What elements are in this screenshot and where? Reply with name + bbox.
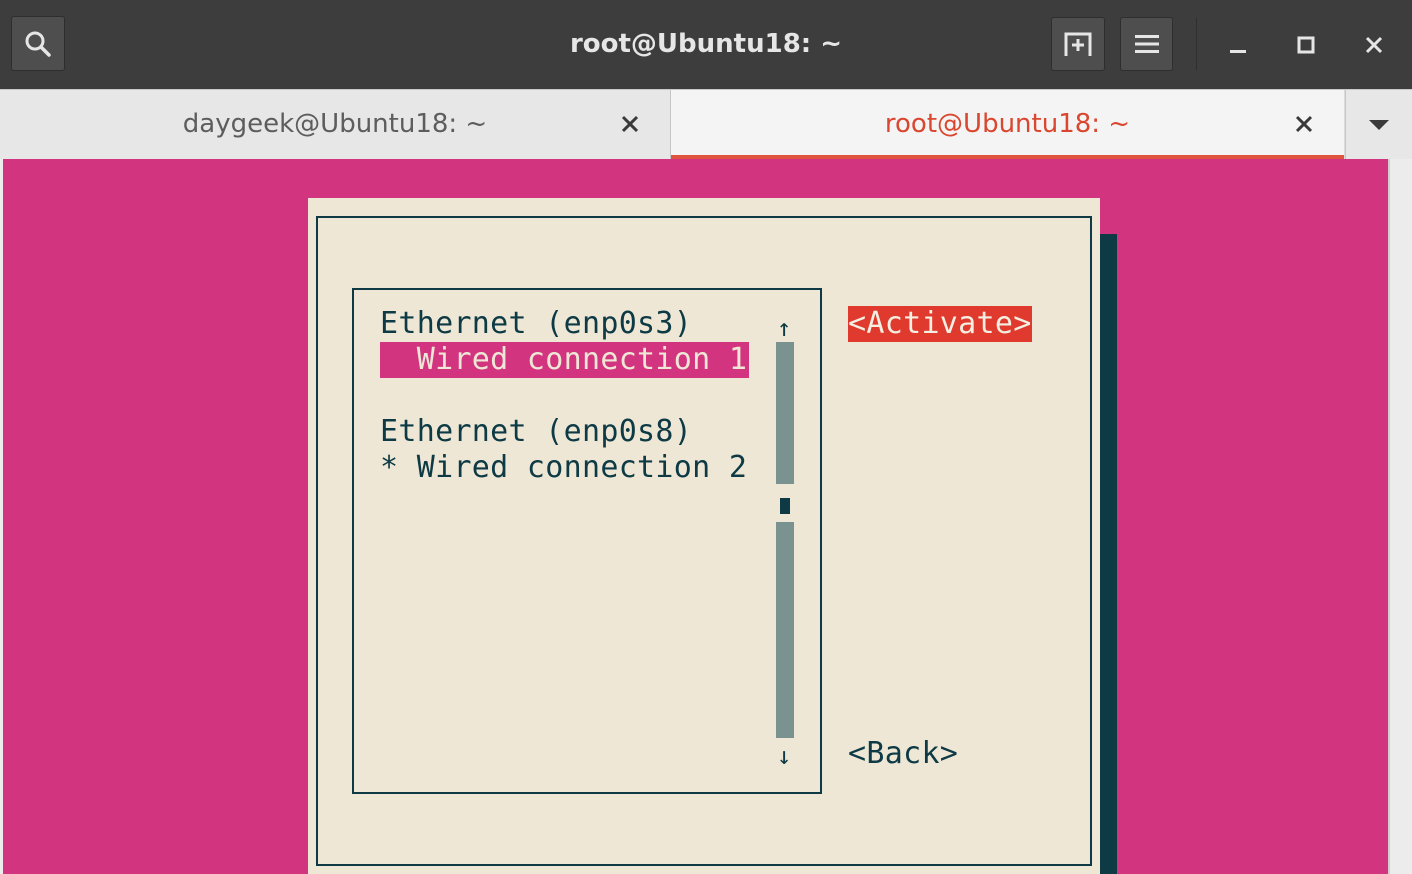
search-icon: [25, 31, 51, 57]
connection-item[interactable]: * Wired connection 2: [380, 450, 747, 486]
tab-close-button[interactable]: [615, 109, 645, 139]
new-tab-button[interactable]: [1051, 17, 1105, 71]
titlebar-separator: [1196, 18, 1197, 70]
title-bar: root@Ubuntu18: ~: [0, 0, 1412, 89]
tab-list-dropdown[interactable]: [1345, 90, 1412, 159]
menu-button[interactable]: [1120, 17, 1173, 71]
close-icon: [621, 115, 639, 133]
scroll-down-arrow[interactable]: ↓: [777, 738, 792, 774]
window-title: root@Ubuntu18: ~: [569, 29, 843, 59]
maximize-button[interactable]: [1281, 20, 1331, 70]
nmtui-dialog: Ethernet (enp0s3) Wired connection 1 Eth…: [308, 198, 1100, 874]
maximize-icon: [1297, 36, 1315, 54]
tab-root[interactable]: root@Ubuntu18: ~: [671, 90, 1344, 159]
scrollbar-thumb[interactable]: [780, 498, 790, 514]
tab-close-button[interactable]: [1289, 109, 1319, 139]
tab-label: daygeek@Ubuntu18: ~: [182, 109, 488, 139]
tab-bar: daygeek@Ubuntu18: ~ root@Ubuntu18: ~: [0, 89, 1412, 159]
chevron-down-icon: [1369, 119, 1389, 130]
new-tab-icon: [1064, 32, 1092, 56]
scrollbar-track[interactable]: [776, 522, 794, 738]
device-label: Ethernet (enp0s3): [380, 306, 693, 341]
connection-item-selected[interactable]: Wired connection 1: [380, 342, 750, 378]
dialog-shadow: [1100, 234, 1117, 874]
terminal-scrollbar[interactable]: [1388, 159, 1412, 874]
tab-daygeek[interactable]: daygeek@Ubuntu18: ~: [0, 90, 671, 159]
close-icon: [1365, 36, 1383, 54]
activate-button[interactable]: <Activate>: [848, 306, 1032, 342]
close-icon: [1295, 115, 1313, 133]
tab-label: root@Ubuntu18: ~: [884, 109, 1131, 139]
search-button[interactable]: [11, 16, 65, 71]
scrollbar-track[interactable]: [776, 342, 794, 484]
hamburger-menu-icon: [1134, 35, 1159, 53]
minimize-button[interactable]: [1213, 20, 1263, 70]
back-button[interactable]: <Back>: [848, 736, 958, 772]
scroll-up-arrow[interactable]: ↑: [777, 310, 792, 346]
minimize-icon: [1230, 50, 1246, 53]
device-label: Ethernet (enp0s8): [380, 414, 693, 449]
close-window-button[interactable]: [1349, 20, 1399, 70]
